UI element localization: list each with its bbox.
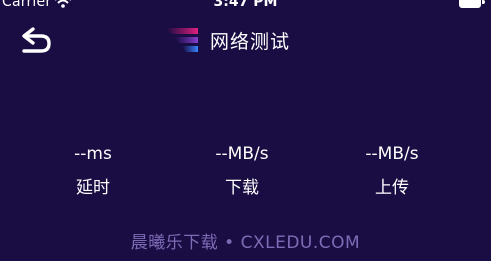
latency-metric: --ms 延时 xyxy=(18,143,168,199)
speed-logo-icon xyxy=(166,28,198,52)
back-arrow-icon xyxy=(22,27,51,53)
page-title: 网络测试 xyxy=(210,30,291,53)
download-label: 下载 xyxy=(225,178,259,198)
upload-value: --MB/s xyxy=(365,144,419,164)
battery-tip xyxy=(482,0,485,4)
battery-icon xyxy=(459,0,481,8)
latency-label: 延时 xyxy=(76,178,110,198)
status-time: 3:47 PM xyxy=(213,0,278,10)
nav-title-group: 网络测试 xyxy=(164,24,290,56)
watermark-text: 晨曦乐下载 • CXLEDU.COM xyxy=(130,233,361,253)
back-button[interactable] xyxy=(18,26,54,58)
upload-metric: --MB/s 上传 xyxy=(317,143,467,199)
status-bar: Carrier 3:47 PM xyxy=(0,0,491,14)
download-metric: --MB/s 下载 xyxy=(167,143,317,199)
upload-label: 上传 xyxy=(375,178,409,198)
download-value: --MB/s xyxy=(215,144,269,164)
carrier-label: Carrier xyxy=(2,0,52,10)
wifi-icon xyxy=(55,0,71,8)
latency-value: --ms xyxy=(74,144,112,164)
